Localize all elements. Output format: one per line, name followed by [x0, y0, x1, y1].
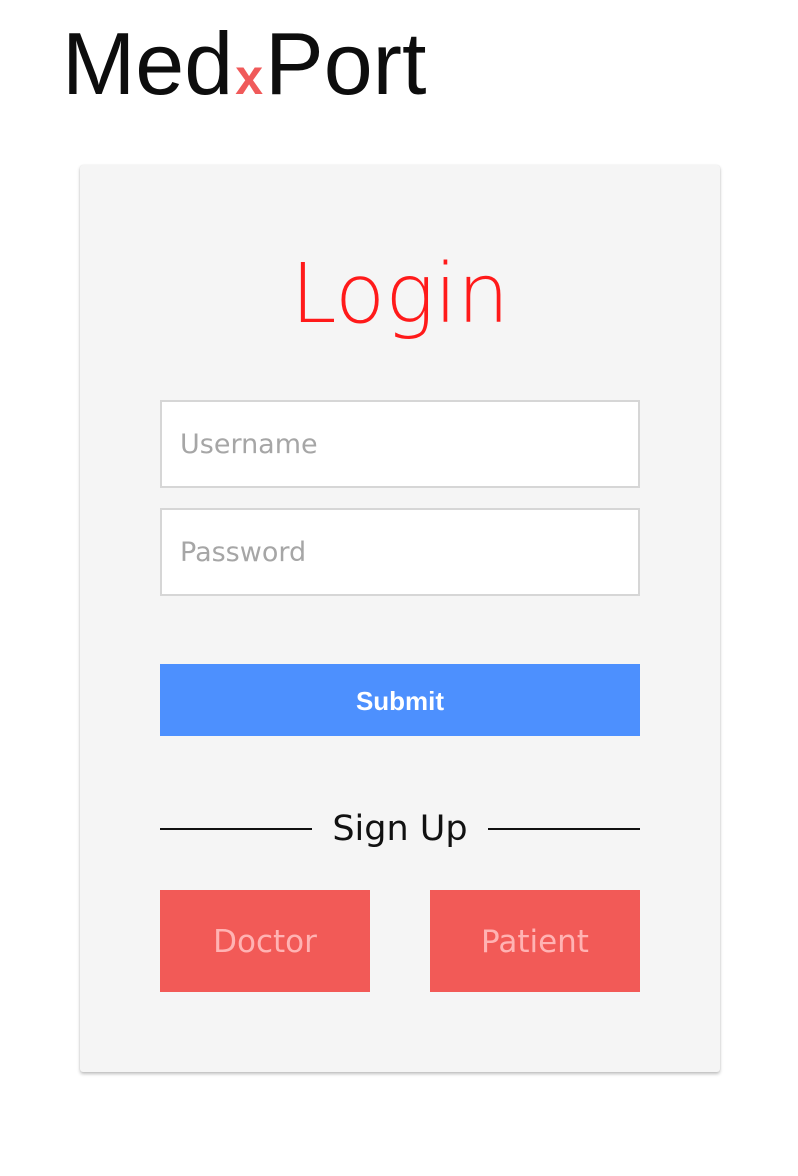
username-field-wrapper: [160, 400, 640, 488]
medxport-logo: MedxPort: [62, 14, 426, 114]
password-field-wrapper: [160, 508, 640, 596]
login-card: Login Submit Sign Up Doctor Patient: [80, 165, 720, 1072]
login-title: Login: [290, 247, 510, 342]
password-input[interactable]: [162, 510, 638, 594]
signup-divider: Sign Up: [160, 802, 640, 856]
patient-signup-button[interactable]: Patient: [430, 890, 640, 992]
username-input[interactable]: [162, 402, 638, 486]
doctor-signup-button[interactable]: Doctor: [160, 890, 370, 992]
logo-text-x: x: [235, 49, 263, 105]
logo-text-port: Port: [265, 14, 427, 113]
divider-line-right: [488, 828, 640, 830]
submit-button[interactable]: Submit: [160, 664, 640, 736]
logo-text-med: Med: [62, 14, 234, 113]
